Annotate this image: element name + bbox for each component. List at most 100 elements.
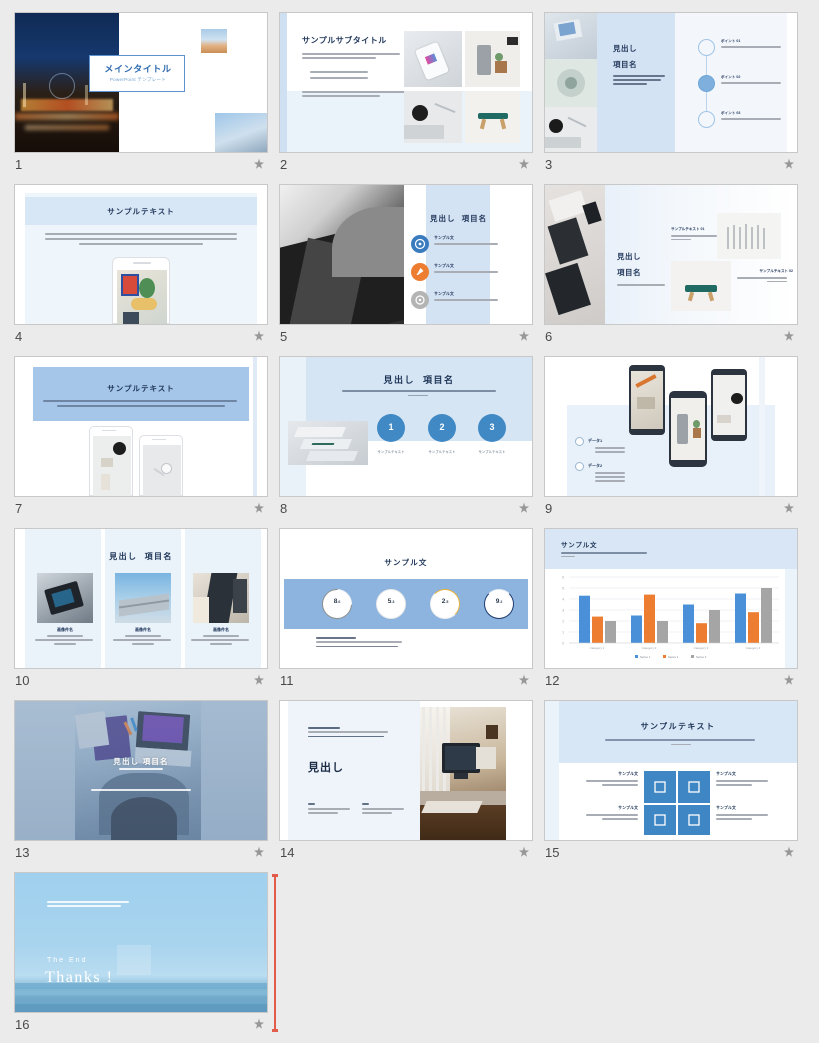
square-icon: [688, 814, 700, 826]
slide-cell-15[interactable]: サンプルテキスト サンプル文 サンプル文 サンプル文 サンプル文 15: [544, 700, 809, 872]
slide-cell-8[interactable]: 見出し 項目名 1 サンプルテキスト 2 サンプルテキスト 3 サンプルテキスト…: [279, 356, 544, 528]
group-icon-1: [575, 437, 584, 446]
star-icon[interactable]: [253, 846, 265, 858]
phone-mockup-right: [711, 369, 747, 441]
phone-mockup-center: [669, 391, 707, 467]
slide-thumbnail-3[interactable]: 見出し 項目名 ポイント 01 ポイント 02 ポイント 03: [544, 12, 798, 153]
step-caption-3: サンプルテキスト: [478, 450, 506, 454]
svg-text:5: 5: [562, 586, 564, 590]
slide-number: 10: [15, 673, 30, 688]
title-band: [33, 367, 249, 421]
star-icon[interactable]: [253, 502, 265, 514]
heading-1: 見出し: [383, 375, 415, 385]
scroll-position-indicator[interactable]: [272, 874, 278, 1032]
slide-thumbnail-4[interactable]: サンプルテキスト: [14, 184, 268, 325]
item-text-1: [584, 780, 638, 786]
icon-circle-3: [411, 291, 429, 309]
star-icon[interactable]: [518, 846, 530, 858]
star-icon[interactable]: [518, 158, 530, 170]
star-icon[interactable]: [253, 330, 265, 342]
slide-title: サンプルテキスト: [107, 384, 175, 393]
slide-cell-5[interactable]: 見出し 項目名 サンプル文 サンプル文 サンプル文 5: [279, 184, 544, 356]
photo-hand-notebook: [545, 13, 597, 59]
star-icon[interactable]: [783, 330, 795, 342]
heading-group: 見出し 項目名: [430, 213, 530, 224]
slide-meta-4: 4: [15, 329, 269, 347]
item-text-4: [716, 814, 770, 820]
slide-cell-11[interactable]: サンプル文 8.6 5.3 2.5 9.2 11: [279, 528, 544, 700]
star-icon[interactable]: [253, 158, 265, 170]
step-number-3: 3: [489, 422, 495, 432]
scroll-track[interactable]: [274, 874, 276, 1032]
slide-cell-7[interactable]: サンプルテキスト 7: [14, 356, 279, 528]
slide-thumbnail-16[interactable]: The End Thanks !: [14, 872, 268, 1013]
item-text-2: [434, 271, 500, 273]
star-icon[interactable]: [518, 674, 530, 686]
slide-title: サンプル文: [561, 542, 598, 549]
slide-cell-13[interactable]: 見出し 項目名 13: [14, 700, 279, 872]
slide-thumbnail-5[interactable]: 見出し 項目名 サンプル文 サンプル文 サンプル文: [279, 184, 533, 325]
subtitle-text: [561, 552, 651, 558]
phone-mockup-left: [629, 365, 665, 435]
step-number-1: 1: [388, 422, 394, 432]
slide-thumbnail-11[interactable]: サンプル文 8.6 5.3 2.5 9.2: [279, 528, 533, 669]
slide-cell-6[interactable]: 見出し 項目名 サンプルテキスト 01 サンプルテキスト 02 6: [544, 184, 809, 356]
slide-thumbnail-9[interactable]: データ1 データ2: [544, 356, 798, 497]
star-icon[interactable]: [783, 674, 795, 686]
slide-meta-9: 9: [545, 501, 799, 519]
star-icon[interactable]: [518, 502, 530, 514]
slide-meta-3: 3: [545, 157, 799, 175]
slide-number: 6: [545, 329, 553, 344]
timeline-node-2: [698, 75, 715, 92]
slide-number: 15: [545, 845, 560, 860]
slide-title: Thanks !: [45, 969, 114, 986]
heading-2: 項目名: [423, 375, 455, 385]
slide-thumbnail-12[interactable]: サンプル文 6 5 4 3 2 1 0 Category 1 Category …: [544, 528, 798, 669]
stat-dec-2: 3: [392, 600, 395, 604]
slide-thumbnail-10[interactable]: 見出し 項目名 画像件名 画像件名 画像件名: [14, 528, 268, 669]
star-icon[interactable]: [783, 846, 795, 858]
timeline-text-2: [721, 82, 783, 84]
slide-thumbnail-6[interactable]: 見出し 項目名 サンプルテキスト 01 サンプルテキスト 02: [544, 184, 798, 325]
slide-cell-4[interactable]: サンプルテキスト 4: [14, 184, 279, 356]
slide-cell-16[interactable]: The End Thanks ! 16: [14, 872, 279, 1043]
star-icon[interactable]: [518, 330, 530, 342]
slide-subheading: [15, 768, 267, 770]
slide-cell-9[interactable]: データ1 データ2 9: [544, 356, 809, 528]
rocket-icon: [416, 268, 424, 275]
svg-text:4: 4: [562, 597, 564, 601]
svg-text:Category 4: Category 4: [746, 646, 761, 650]
slide-cell-12[interactable]: サンプル文 6 5 4 3 2 1 0 Category 1 Category …: [544, 528, 809, 700]
slide-thumbnail-7[interactable]: サンプルテキスト: [14, 356, 268, 497]
timeline-label-3: ポイント 03: [721, 111, 741, 115]
column-2: [362, 803, 406, 814]
stat-dec-3: 5: [446, 600, 449, 604]
slide-cell-3[interactable]: 見出し 項目名 ポイント 01 ポイント 02 ポイント 03 3: [544, 12, 809, 184]
slide-thumbnail-8[interactable]: 見出し 項目名 1 サンプルテキスト 2 サンプルテキスト 3 サンプルテキスト: [279, 356, 533, 497]
star-icon[interactable]: [783, 502, 795, 514]
slide-number: 3: [545, 157, 553, 172]
item-label-2: サンプル文: [716, 771, 736, 776]
star-icon[interactable]: [253, 1018, 265, 1030]
slide-thumbnail-13[interactable]: 見出し 項目名: [14, 700, 268, 841]
eyebrow-text: [308, 727, 390, 738]
heading-1: 見出し: [109, 552, 138, 561]
slide-thumbnail-15[interactable]: サンプルテキスト サンプル文 サンプル文 サンプル文 サンプル文: [544, 700, 798, 841]
slide-thumbnail-2[interactable]: サンプルサブタイトル: [279, 12, 533, 153]
slide-cell-1[interactable]: メインタイトル PowerPoint テンプレート 1: [14, 12, 279, 184]
slide-cell-14[interactable]: 見出し 14: [279, 700, 544, 872]
slide-cell-10[interactable]: 見出し 項目名 画像件名 画像件名 画像件名 10: [14, 528, 279, 700]
star-icon[interactable]: [783, 158, 795, 170]
slide-cell-2[interactable]: サンプルサブタイトル 2: [279, 12, 544, 184]
slide-heading: 見出し 項目名: [113, 757, 169, 766]
slide-number: 8: [280, 501, 288, 516]
slide-thumbnail-14[interactable]: 見出し: [279, 700, 533, 841]
group-items-2: [595, 472, 635, 482]
left-band: [545, 701, 559, 840]
item-label-2: サンプル文: [434, 263, 454, 268]
photo-desk-devices: [545, 185, 605, 324]
star-icon[interactable]: [253, 674, 265, 686]
step-caption-1: サンプルテキスト: [377, 450, 405, 454]
slide-thumbnail-1[interactable]: メインタイトル PowerPoint テンプレート: [14, 12, 268, 153]
heading-group: 見出し 項目名: [306, 373, 532, 386]
